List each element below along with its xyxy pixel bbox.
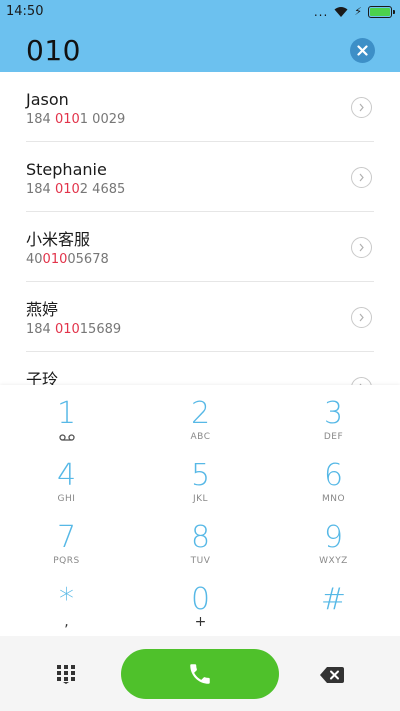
key-hash[interactable]: # xyxy=(267,571,400,633)
key-symbol: + xyxy=(194,614,207,630)
key-letters: MNO xyxy=(321,494,346,504)
key-digit: 0 xyxy=(190,582,211,617)
contact-detail-button[interactable] xyxy=(351,97,372,118)
key-digit: 2 xyxy=(190,396,211,431)
key-letters: TUV xyxy=(190,556,211,566)
phone-icon xyxy=(190,664,210,684)
key-letters: GHI xyxy=(57,494,76,504)
key-4[interactable]: 4 GHI xyxy=(0,447,133,509)
chevron-right-icon xyxy=(359,103,364,112)
key-digit: # xyxy=(320,582,347,617)
contact-number: 184 0101 0029 xyxy=(26,112,126,127)
key-symbol: , xyxy=(64,614,69,630)
status-time: 14:50 xyxy=(6,4,44,19)
key-3[interactable]: 3 DEF xyxy=(267,385,400,447)
contact-number: 184 0102 4685 xyxy=(26,182,126,197)
contact-name: 子玲 xyxy=(26,370,59,385)
clear-input-button[interactable] xyxy=(350,38,375,63)
key-digit: 1 xyxy=(56,396,77,431)
contact-row[interactable]: Jason 184 0101 0029 xyxy=(0,72,400,142)
dialer-action-bar xyxy=(0,636,400,711)
chevron-right-icon xyxy=(359,243,364,252)
call-button[interactable] xyxy=(121,649,279,699)
key-letters: ABC xyxy=(190,432,211,442)
status-dots: ... xyxy=(313,5,329,19)
key-digit: 5 xyxy=(190,458,211,493)
key-digit: 3 xyxy=(323,396,344,431)
match-highlight: 010 xyxy=(54,182,80,197)
chevron-right-icon xyxy=(359,313,364,322)
key-1[interactable]: 1 xyxy=(0,385,133,447)
key-9[interactable]: 9 WXYZ xyxy=(267,509,400,571)
key-7[interactable]: 7 PQRS xyxy=(0,509,133,571)
contact-detail-button[interactable] xyxy=(351,167,372,188)
contact-list[interactable]: Jason 184 0101 0029 Stephanie 184 0102 4… xyxy=(0,72,400,385)
key-letters: JKL xyxy=(192,494,209,504)
key-digit: * xyxy=(59,582,74,617)
dialpad: 1 2 ABC 3 DEF 4 GHI 5 JKL 6 MNO 7 PQRS 8… xyxy=(0,385,400,636)
key-digit: 9 xyxy=(323,520,344,555)
key-0[interactable]: 0 + xyxy=(134,571,267,633)
key-6[interactable]: 6 MNO xyxy=(267,447,400,509)
contact-name: 小米客服 xyxy=(26,230,91,249)
key-5[interactable]: 5 JKL xyxy=(134,447,267,509)
contact-number: 184 01015689 xyxy=(26,322,122,337)
dialed-number: 010 xyxy=(26,34,81,67)
key-letters: PQRS xyxy=(53,556,80,566)
chevron-right-icon xyxy=(359,173,364,182)
contact-row[interactable]: 子玲 xyxy=(0,352,400,385)
charging-bolt-icon: ⚡ xyxy=(354,5,362,18)
contact-name: Stephanie xyxy=(26,160,107,179)
key-letters: DEF xyxy=(323,432,344,442)
key-letters: WXYZ xyxy=(319,556,348,566)
key-8[interactable]: 8 TUV xyxy=(134,509,267,571)
match-highlight: 010 xyxy=(54,322,80,337)
contact-name: Jason xyxy=(26,90,69,109)
dialpad-grid-icon[interactable] xyxy=(56,664,76,684)
contact-number: 4001005678 xyxy=(26,252,109,267)
contact-detail-button[interactable] xyxy=(351,307,372,328)
contact-name: 燕婷 xyxy=(26,300,59,319)
battery-icon xyxy=(368,6,395,18)
key-digit: 8 xyxy=(190,520,211,555)
voicemail-icon xyxy=(58,434,75,441)
key-digit: 7 xyxy=(56,520,77,555)
match-highlight: 010 xyxy=(54,112,80,127)
wifi-icon xyxy=(334,7,348,17)
contact-row[interactable]: 燕婷 184 01015689 xyxy=(0,282,400,352)
contact-detail-button[interactable] xyxy=(351,237,372,258)
key-digit: 6 xyxy=(323,458,344,493)
key-digit: 4 xyxy=(56,458,77,493)
key-2[interactable]: 2 ABC xyxy=(134,385,267,447)
dialer-header: 14:50 ... ⚡ 010 xyxy=(0,0,400,72)
match-highlight: 010 xyxy=(42,252,68,267)
contact-row[interactable]: Stephanie 184 0102 4685 xyxy=(0,142,400,212)
contact-row[interactable]: 小米客服 4001005678 xyxy=(0,212,400,282)
close-icon xyxy=(357,45,368,56)
status-icons: ... ⚡ xyxy=(313,4,395,20)
battery-level xyxy=(370,8,390,16)
contact-detail-button[interactable] xyxy=(351,377,372,385)
key-star[interactable]: * , xyxy=(0,571,133,633)
backspace-icon[interactable] xyxy=(320,667,344,683)
